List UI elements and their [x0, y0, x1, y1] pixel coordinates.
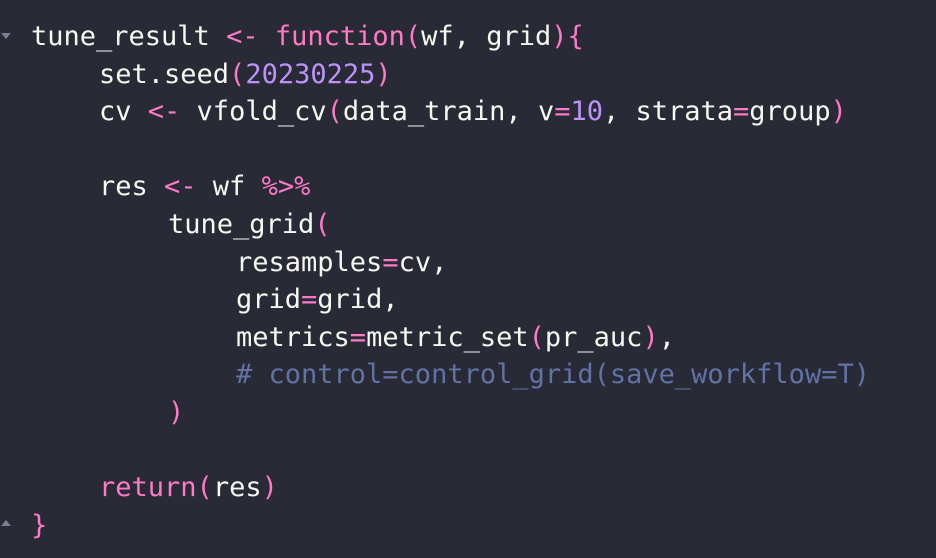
- code-text: }: [31, 507, 47, 545]
- code-token: # control=control_grid(save_workflow=T): [236, 359, 870, 390]
- code-token: metrics: [236, 322, 350, 353]
- code-token: data_train, v: [342, 96, 555, 127]
- code-token: cv: [99, 96, 148, 127]
- code-token: =: [349, 322, 367, 353]
- code-text: grid=grid,: [236, 281, 399, 319]
- code-token: ): [168, 397, 185, 428]
- code-text: ): [168, 394, 184, 432]
- code-token: , strata: [602, 96, 734, 127]
- code-line[interactable]: tune_result <- function(wf, grid){: [0, 18, 936, 56]
- code-token: 20230225: [245, 59, 376, 90]
- code-line[interactable]: grid=grid,: [0, 281, 936, 319]
- code-token: ): [261, 472, 278, 503]
- code-token: %>%: [261, 171, 311, 202]
- code-token: wf: [196, 171, 262, 202]
- code-token: }: [31, 510, 48, 541]
- code-token: <-: [226, 21, 259, 52]
- code-line[interactable]: metrics=metric_set(pr_auc),: [0, 319, 936, 357]
- code-token: (: [326, 96, 343, 127]
- code-text: cv <- vfold_cv(data_train, v=10, strata=…: [99, 93, 847, 131]
- code-token: grid: [236, 284, 302, 315]
- code-line[interactable]: cv <- vfold_cv(data_train, v=10, strata=…: [0, 93, 936, 131]
- code-line[interactable]: # control=control_grid(save_workflow=T): [0, 356, 936, 394]
- code-token: res: [212, 472, 262, 503]
- code-token: (: [404, 21, 422, 52]
- code-line[interactable]: res <- wf %>%: [0, 168, 936, 206]
- code-line[interactable]: ): [0, 394, 936, 432]
- code-token: ): [375, 59, 392, 90]
- code-token: <-: [164, 171, 197, 202]
- code-token: ): [830, 96, 847, 127]
- code-token: set.seed: [99, 59, 230, 90]
- code-token: wf, grid: [421, 21, 552, 52]
- code-text: return(res): [99, 469, 278, 507]
- code-line[interactable]: }: [0, 507, 936, 545]
- fold-open-icon[interactable]: [1, 33, 11, 39]
- fold-close-icon[interactable]: [1, 520, 11, 526]
- code-token: res: [99, 171, 165, 202]
- code-token: (: [314, 209, 331, 240]
- code-editor[interactable]: tune_result <- function(wf, grid){set.se…: [0, 0, 936, 558]
- code-text: metrics=metric_set(pr_auc),: [236, 319, 675, 357]
- code-token: tune_result: [31, 21, 227, 52]
- code-token: 10: [570, 96, 603, 127]
- code-token: grid,: [317, 284, 399, 315]
- code-token: (: [196, 472, 213, 503]
- code-line[interactable]: [0, 131, 936, 169]
- code-token: metric_set: [366, 322, 529, 353]
- code-token: resamples: [236, 247, 383, 278]
- code-token: ): [642, 322, 659, 353]
- code-token: <-: [147, 96, 181, 127]
- code-line[interactable]: resamples=cv,: [0, 244, 936, 282]
- code-text: set.seed(20230225): [99, 56, 392, 94]
- code-token: tune_grid: [168, 209, 315, 240]
- code-text: tune_result <- function(wf, grid){: [31, 18, 584, 56]
- code-line[interactable]: set.seed(20230225): [0, 56, 936, 94]
- code-token: (: [229, 59, 246, 90]
- code-token: =: [733, 96, 750, 127]
- code-text: tune_grid(: [168, 206, 331, 244]
- code-token: return: [99, 472, 197, 503]
- code-token: ){: [551, 21, 584, 52]
- code-line[interactable]: tune_grid(: [0, 206, 936, 244]
- code-line[interactable]: return(res): [0, 469, 936, 507]
- code-token: vfold_cv: [180, 96, 327, 127]
- code-text: # control=control_grid(save_workflow=T): [236, 356, 870, 394]
- code-token: function: [274, 21, 405, 52]
- code-token: =: [301, 284, 318, 315]
- code-token: cv,: [398, 247, 448, 278]
- code-token: ,: [658, 322, 675, 353]
- code-text: resamples=cv,: [236, 244, 447, 282]
- code-token: =: [554, 96, 571, 127]
- code-token: group: [749, 96, 831, 127]
- code-token: =: [382, 247, 399, 278]
- code-token: pr_auc: [544, 322, 643, 353]
- code-line[interactable]: [0, 432, 936, 470]
- code-text: res <- wf %>%: [99, 168, 310, 206]
- code-token: (: [528, 322, 545, 353]
